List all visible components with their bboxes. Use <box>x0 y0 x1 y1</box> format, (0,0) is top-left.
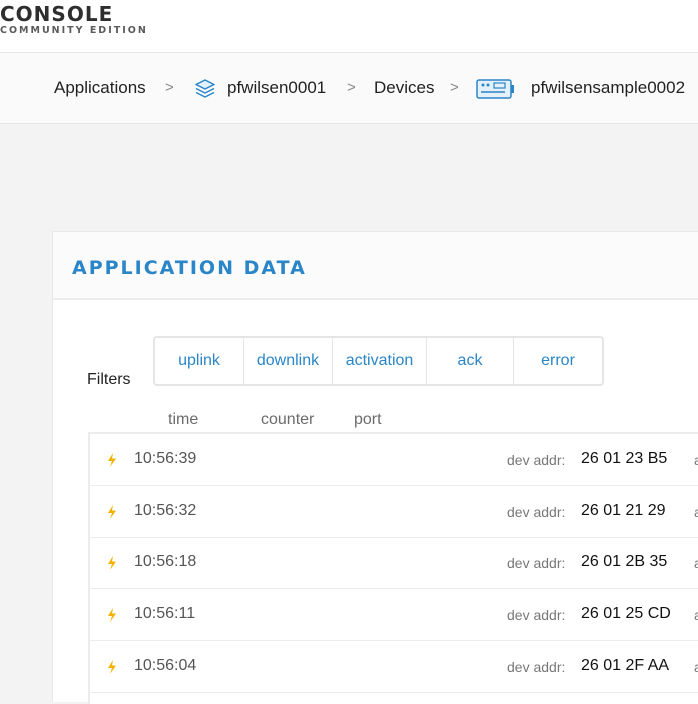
breadcrumb-devices[interactable]: Devices <box>374 53 434 123</box>
breadcrumb-application-id[interactable]: pfwilsen0001 <box>227 53 326 123</box>
filter-downlink-button[interactable]: downlink <box>244 338 333 384</box>
filter-error-button[interactable]: error <box>514 338 602 384</box>
breadcrumb-separator: > <box>165 79 174 96</box>
card-header: APPLICATION DATA <box>53 232 698 300</box>
column-header-counter[interactable]: counter <box>261 411 314 429</box>
table-row[interactable]: 10:56:18 dev addr: 26 01 2B 35 a <box>90 537 698 589</box>
row-dev-addr-label: dev addr: <box>507 607 566 623</box>
breadcrumb: Applications > pfwilsen0001 > Devices > … <box>0 53 698 124</box>
top-bar: CONSOLE COMMUNITY EDITION <box>0 0 698 53</box>
breadcrumb-device-id[interactable]: pfwilsensample0002 <box>531 53 685 123</box>
row-truncated-field: a <box>694 452 698 468</box>
row-dev-addr-label: dev addr: <box>507 452 566 468</box>
stack-layers-icon <box>194 78 216 105</box>
filter-group: uplink downlink activation ack error <box>153 336 604 386</box>
filter-activation-button[interactable]: activation <box>333 338 427 384</box>
logo-title[interactable]: CONSOLE <box>0 2 113 26</box>
row-time: 10:56:11 <box>134 605 196 622</box>
row-dev-addr-label: dev addr: <box>507 659 566 675</box>
row-time: 10:56:18 <box>134 553 197 570</box>
lightning-bolt-icon <box>106 453 118 467</box>
table-row[interactable]: 10:56:11 dev addr: 26 01 25 CD a <box>90 589 698 641</box>
row-time: 10:56:04 <box>134 657 197 674</box>
lightning-bolt-icon <box>106 505 118 519</box>
filter-uplink-button[interactable]: uplink <box>155 338 244 384</box>
lightning-bolt-icon <box>106 608 118 622</box>
breadcrumb-applications[interactable]: Applications <box>54 53 146 123</box>
row-dev-addr-value: 26 01 21 29 <box>581 502 666 519</box>
row-time: 10:56:39 <box>134 450 197 467</box>
card-title: APPLICATION DATA <box>72 257 307 279</box>
lightning-bolt-icon <box>106 556 118 570</box>
row-truncated-field: a <box>694 607 698 623</box>
row-truncated-field: a <box>694 504 698 520</box>
device-board-icon <box>475 77 515 106</box>
column-header-time[interactable]: time <box>168 411 198 429</box>
data-table: 10:56:39 dev addr: 26 01 23 B5 a 10:56:3… <box>88 432 698 704</box>
breadcrumb-separator: > <box>347 79 356 96</box>
row-dev-addr-value: 26 01 25 CD <box>581 605 671 622</box>
breadcrumb-separator: > <box>450 79 459 96</box>
table-row[interactable]: 10:56:32 dev addr: 26 01 21 29 a <box>90 486 698 538</box>
table-row[interactable]: 10:56:04 dev addr: 26 01 2F AA a <box>90 641 698 693</box>
row-dev-addr-label: dev addr: <box>507 555 566 571</box>
row-truncated-field: a <box>694 555 698 571</box>
lightning-bolt-icon <box>106 660 118 674</box>
filter-ack-button[interactable]: ack <box>427 338 514 384</box>
logo-subtitle: COMMUNITY EDITION <box>0 25 148 36</box>
row-truncated-field: a <box>694 659 698 675</box>
row-dev-addr-value: 26 01 2F AA <box>581 657 670 674</box>
row-dev-addr-value: 26 01 23 B5 <box>581 450 668 467</box>
filters-label: Filters <box>87 371 131 388</box>
table-row[interactable]: 10:56:39 dev addr: 26 01 23 B5 a <box>90 434 698 486</box>
row-dev-addr-label: dev addr: <box>507 504 566 520</box>
column-header-port[interactable]: port <box>354 411 382 429</box>
row-dev-addr-value: 26 01 2B 35 <box>581 553 668 570</box>
row-time: 10:56:32 <box>134 502 197 519</box>
